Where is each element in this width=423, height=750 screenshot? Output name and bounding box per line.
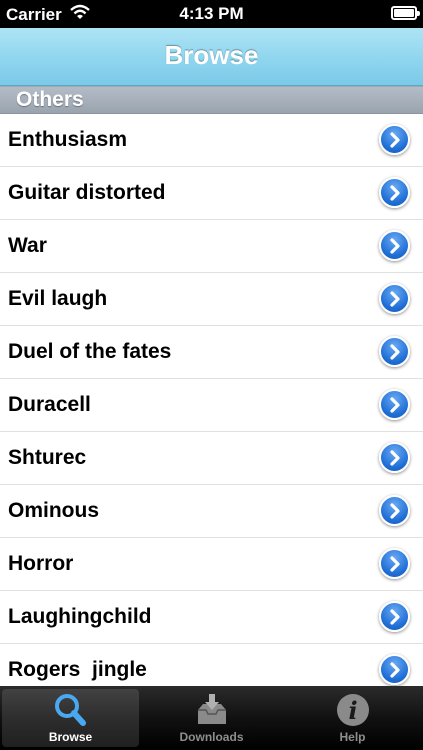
tab-downloads[interactable]: Downloads: [143, 689, 280, 747]
list-item-label: Duracell: [8, 393, 91, 416]
svg-text:i: i: [348, 696, 357, 725]
detail-disclosure-icon[interactable]: [379, 336, 410, 367]
detail-disclosure-icon[interactable]: [379, 124, 410, 155]
list-item-rogers-jingle[interactable]: Rogers jingle: [0, 644, 423, 686]
list-item-guitar-distorted[interactable]: Guitar distorted: [0, 167, 423, 220]
list-item-label: Duel of the fates: [8, 340, 172, 363]
status-bar: Carrier 4:13 PM: [0, 0, 423, 28]
detail-disclosure-icon[interactable]: [379, 230, 410, 261]
list-item-horror[interactable]: Horror: [0, 538, 423, 591]
section-header: Others: [0, 86, 423, 114]
list-item-label: Ominous: [8, 499, 100, 522]
tab-label: Browse: [48, 730, 93, 744]
list-item-duracell[interactable]: Duracell: [0, 379, 423, 432]
battery-icon: [391, 6, 420, 20]
tab-browse[interactable]: Browse: [2, 689, 139, 747]
download-tray-icon: [192, 692, 232, 733]
tab-bar: Browse Downloads i Help: [0, 686, 423, 750]
detail-disclosure-icon[interactable]: [379, 283, 410, 314]
tab-label: Downloads: [179, 730, 244, 744]
detail-disclosure-icon[interactable]: [379, 389, 410, 420]
list-item-label: Shturec: [8, 446, 87, 469]
list-item-laughingchild[interactable]: Laughingchild: [0, 591, 423, 644]
list-item-label: War: [8, 234, 47, 257]
tab-label: Help: [339, 730, 366, 744]
status-time: 4:13 PM: [179, 4, 244, 23]
tab-help[interactable]: i Help: [284, 689, 421, 747]
detail-disclosure-icon[interactable]: [379, 601, 410, 632]
search-icon: [51, 692, 91, 733]
nav-bar: Browse: [0, 28, 423, 86]
detail-disclosure-icon[interactable]: [379, 495, 410, 526]
list-item-label: Laughingchild: [8, 605, 152, 628]
list-item-label: Enthusiasm: [8, 128, 128, 151]
section-title: Others: [16, 88, 84, 111]
list-item-ominous[interactable]: Ominous: [0, 485, 423, 538]
list-item-war[interactable]: War: [0, 220, 423, 273]
list-item-label: Evil laugh: [8, 287, 108, 310]
page-title: Browse: [164, 40, 259, 70]
detail-disclosure-icon[interactable]: [379, 548, 410, 579]
list-item-evil-laugh[interactable]: Evil laugh: [0, 273, 423, 326]
list-item-duel-of-the-fates[interactable]: Duel of the fates: [0, 326, 423, 379]
detail-disclosure-icon[interactable]: [379, 654, 410, 685]
list-item-label: Horror: [8, 552, 74, 575]
list-item-label: Guitar distorted: [8, 181, 166, 204]
list-item-label: Rogers jingle: [8, 658, 147, 681]
sound-list[interactable]: Enthusiasm Guitar distorted War Evil lau…: [0, 114, 423, 686]
detail-disclosure-icon[interactable]: [379, 177, 410, 208]
detail-disclosure-icon[interactable]: [379, 442, 410, 473]
info-icon: i: [333, 692, 373, 733]
list-item-enthusiasm[interactable]: Enthusiasm: [0, 114, 423, 167]
list-item-shturec[interactable]: Shturec: [0, 432, 423, 485]
